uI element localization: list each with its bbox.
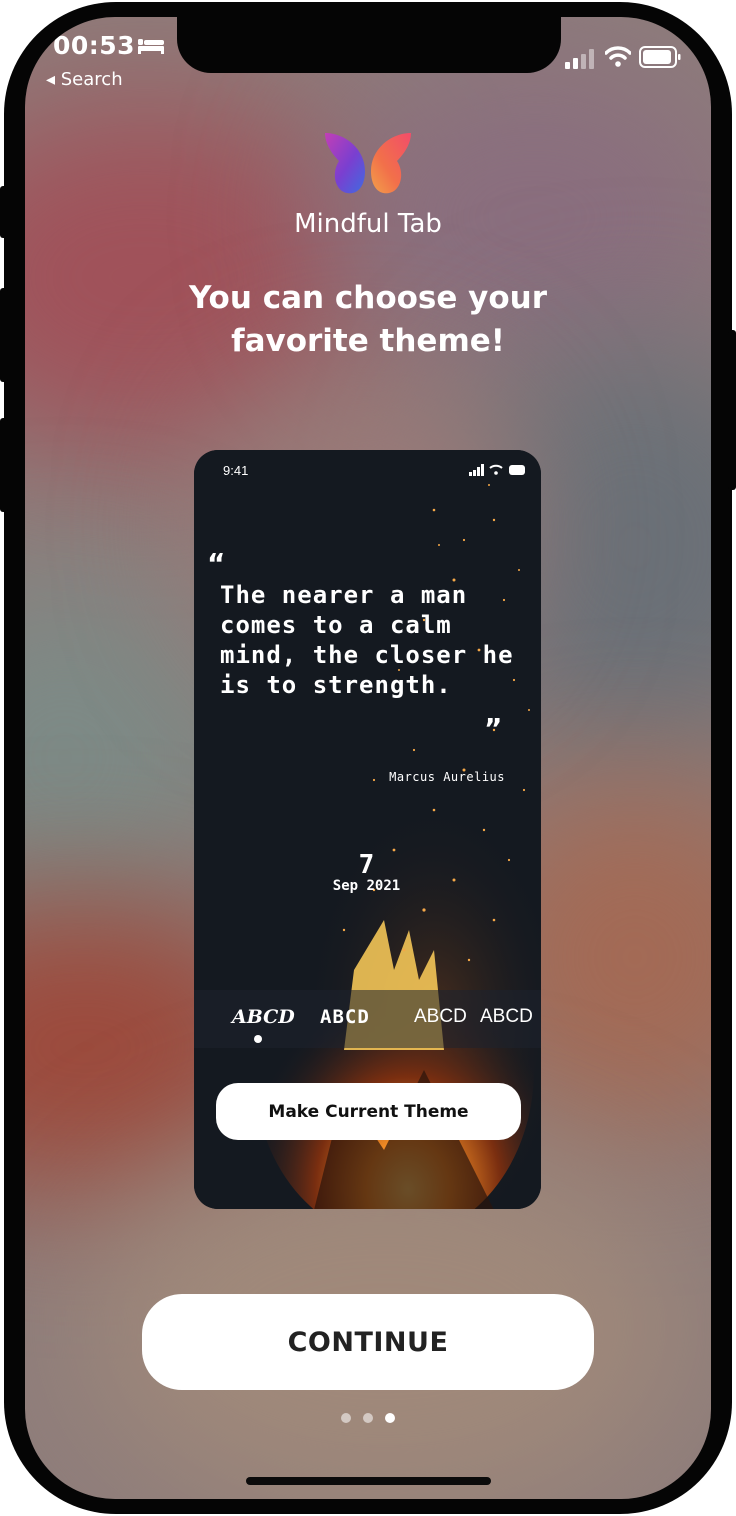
preview-status-time: 9:41	[223, 463, 249, 478]
date-day: 7	[358, 850, 375, 880]
theme-preview: 9:41 “ The nearer a man comes to a calm …	[194, 450, 541, 1209]
page-dot-2	[363, 1413, 373, 1423]
back-to-search-link[interactable]: ◂ Search	[46, 69, 123, 90]
butterfly-logo-icon	[325, 133, 411, 194]
side-button-silent	[0, 186, 8, 238]
battery-icon	[639, 46, 681, 68]
quote-text: The nearer a man comes to a calm mind, t…	[220, 581, 514, 699]
font-option-1[interactable]: ABCD	[232, 1006, 295, 1028]
bed-icon	[138, 39, 164, 54]
quote-close-mark: ”	[484, 712, 503, 745]
date-month-year: Sep 2021	[332, 878, 401, 894]
preview-status-icons	[469, 464, 525, 476]
quote-open-mark: “	[207, 547, 226, 580]
app-name: Mindful Tab	[294, 209, 442, 239]
quote-author: Marcus Aurelius	[389, 770, 505, 784]
status-time: 00:53	[53, 31, 136, 60]
home-indicator[interactable]	[246, 1477, 491, 1485]
onboarding-headline: You can choose your favorite theme!	[188, 280, 548, 359]
font-option-4[interactable]: ABCD	[480, 1006, 533, 1028]
continue-button[interactable]: CONTINUE	[142, 1294, 594, 1390]
page-dot-1	[341, 1413, 351, 1423]
notch	[177, 17, 561, 73]
make-current-theme-button[interactable]: Make Current Theme	[216, 1083, 521, 1140]
page-indicator	[25, 1413, 711, 1423]
font-option-3[interactable]: ABCD	[414, 1006, 467, 1028]
page-dot-3	[385, 1413, 395, 1423]
side-button-volume-down	[0, 418, 8, 512]
side-button-power	[728, 330, 736, 490]
wifi-icon	[605, 46, 631, 67]
screen: 00:53 ◂ Search Mindful Tab You can choos…	[25, 17, 711, 1499]
font-option-2[interactable]: ABCD	[320, 1006, 370, 1028]
side-button-volume-up	[0, 288, 8, 382]
signal-icon	[565, 49, 594, 69]
selected-font-indicator	[254, 1035, 262, 1043]
font-selector: ABCD ABCD ABCD ABCD	[194, 990, 541, 1048]
